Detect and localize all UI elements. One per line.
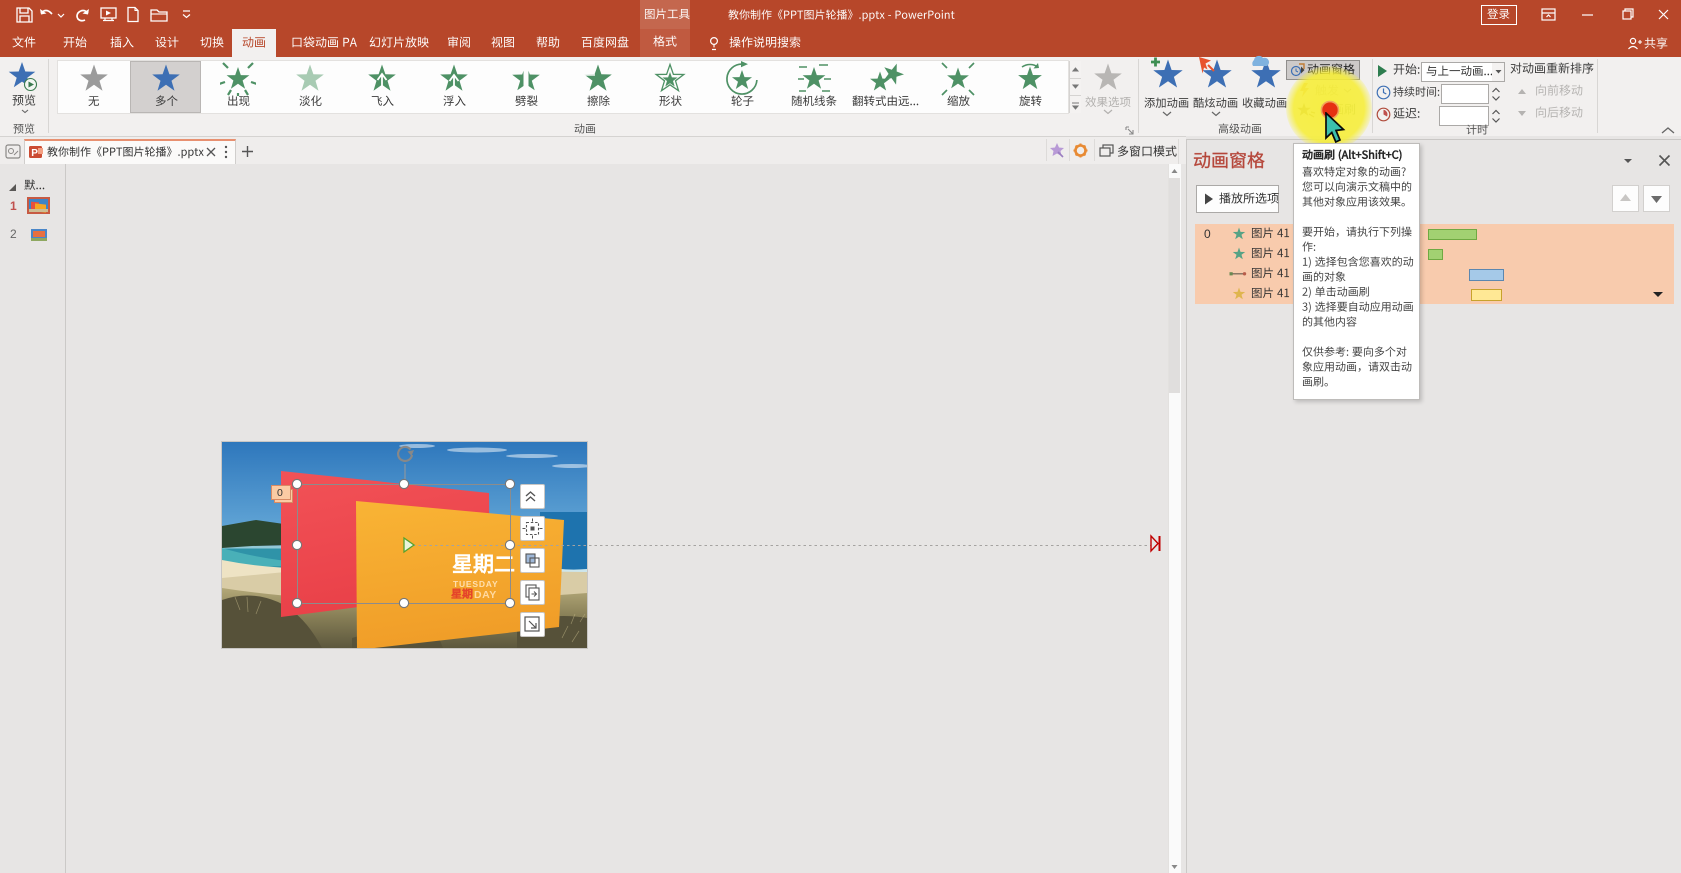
- svg-text:P: P: [31, 148, 38, 159]
